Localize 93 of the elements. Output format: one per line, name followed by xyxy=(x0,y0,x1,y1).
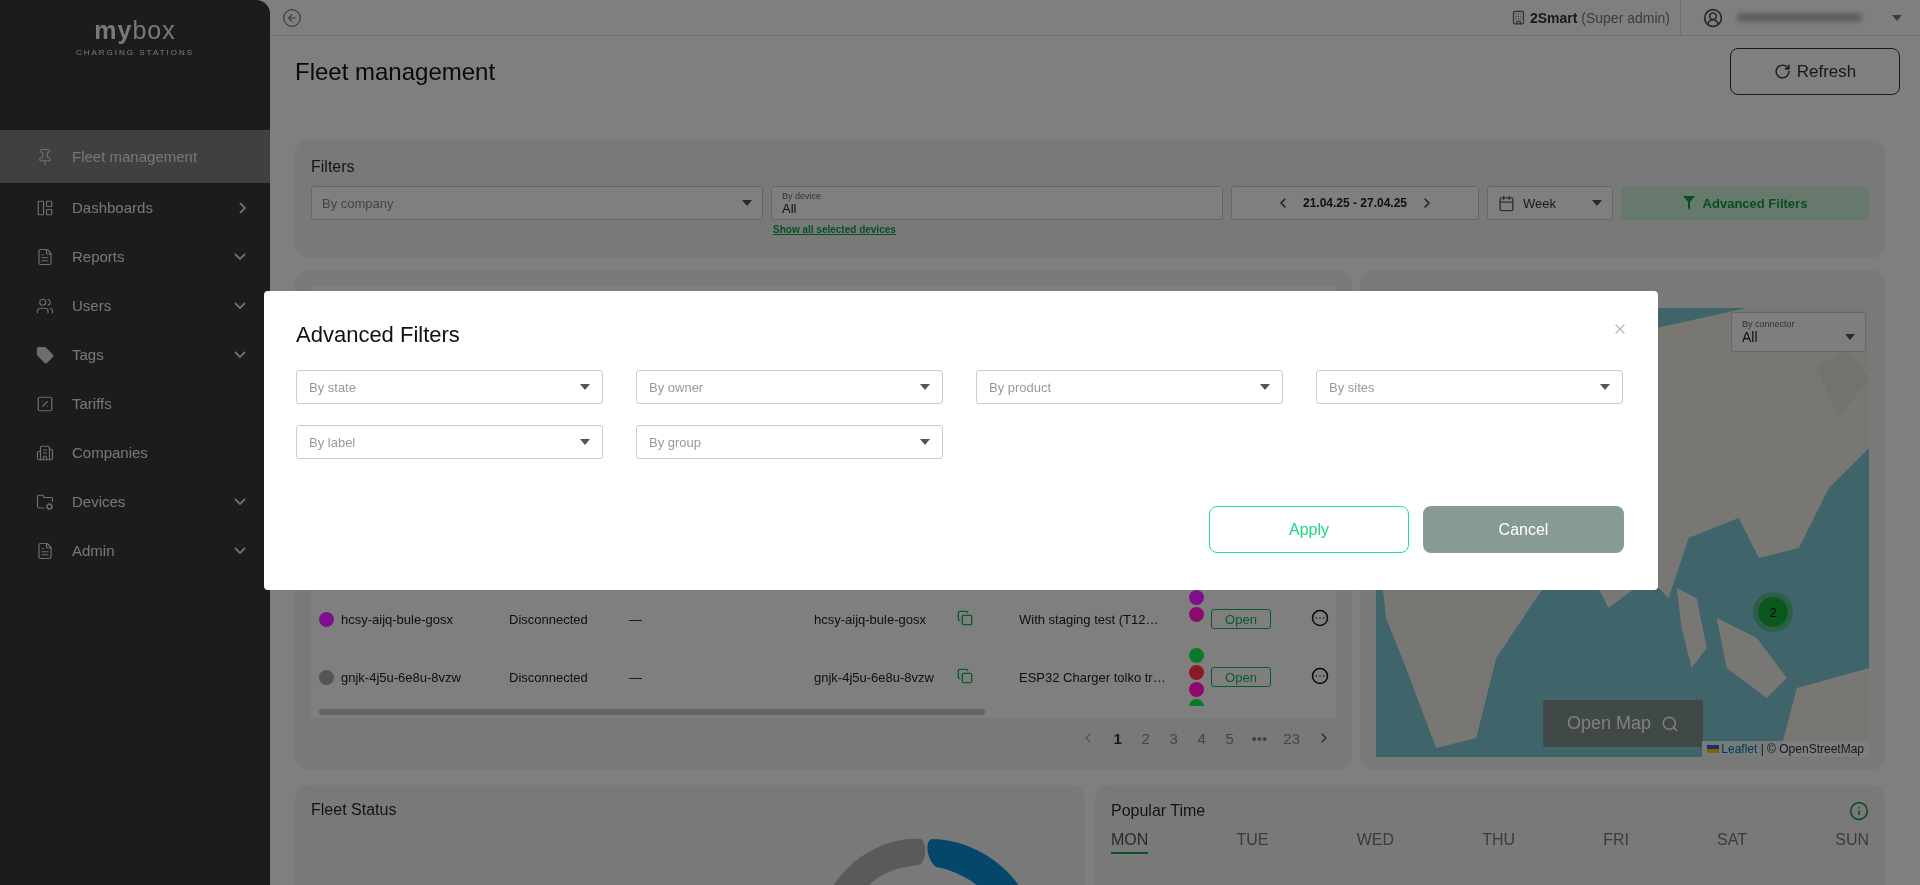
filter-select[interactable]: By sites xyxy=(1316,370,1623,404)
table-cell-text: — xyxy=(629,669,643,685)
logo: mybox xyxy=(94,16,176,45)
search-icon xyxy=(1661,714,1680,733)
pin-icon xyxy=(36,147,54,166)
device-field[interactable]: By device All xyxy=(771,186,1223,220)
apply-button[interactable]: Apply xyxy=(1209,506,1409,553)
map-attribution: Leaflet | © OpenStreetMap xyxy=(1702,741,1869,757)
document-icon xyxy=(36,541,54,560)
filter-select[interactable]: By product xyxy=(976,370,1283,404)
chevron-right-icon xyxy=(239,201,246,214)
open-button[interactable]: Open xyxy=(1211,667,1271,687)
buildings-icon xyxy=(36,443,54,462)
page-number[interactable]: ••• xyxy=(1251,729,1268,747)
people-icon xyxy=(36,296,54,315)
caret-icon xyxy=(742,200,752,206)
chevron-down-icon xyxy=(234,351,246,358)
caret-icon xyxy=(920,384,930,390)
caret-icon xyxy=(580,384,590,390)
back-icon[interactable] xyxy=(282,7,302,28)
page-title: Fleet management xyxy=(295,57,496,87)
refresh-icon xyxy=(1773,63,1791,80)
calendar-icon xyxy=(1498,194,1515,212)
open-button[interactable]: Open xyxy=(1211,609,1271,629)
document-icon xyxy=(36,247,54,266)
flag-icon xyxy=(1707,745,1720,753)
sidebar-item[interactable]: Tags xyxy=(0,330,270,379)
day-tab[interactable]: WED xyxy=(1356,831,1394,854)
connector-select[interactable]: By connector All xyxy=(1731,312,1866,352)
card-title: Popular Time xyxy=(1111,802,1206,820)
table-cell-text: hcsy-aijq-bule-gosx xyxy=(814,611,927,627)
table-cell-text: ESP32 Charger tolko tr… xyxy=(1019,669,1167,685)
caret-icon xyxy=(1600,384,1610,390)
chevron-down-icon xyxy=(234,302,246,309)
sidebar-item[interactable]: Reports xyxy=(0,232,270,281)
filter-select[interactable]: By label xyxy=(296,425,603,459)
more-icon[interactable] xyxy=(1311,608,1329,627)
refresh-button[interactable]: Refresh xyxy=(1730,48,1900,95)
caret-icon xyxy=(1260,384,1270,390)
filter-select[interactable]: By group xyxy=(636,425,943,459)
leaflet-link[interactable]: Leaflet xyxy=(1707,742,1758,756)
percent-square-icon xyxy=(36,394,54,413)
table-cell-text: gnjk-4j5u-6e8u-8vzw xyxy=(341,669,462,685)
table-cell-text: With staging test (T12… xyxy=(1019,611,1160,627)
chevron-down-icon xyxy=(234,498,246,505)
user-icon[interactable] xyxy=(1703,7,1723,28)
info-icon[interactable] xyxy=(1849,801,1869,821)
sidebar-item[interactable]: Dashboards xyxy=(0,183,270,232)
copy-icon[interactable] xyxy=(957,667,973,684)
day-tab[interactable]: FRI xyxy=(1603,831,1629,854)
card-title: Filters xyxy=(311,158,356,176)
caret-icon xyxy=(580,439,590,445)
building-icon xyxy=(1510,10,1526,25)
advanced-filters-button[interactable]: Advanced Filters xyxy=(1621,186,1869,220)
caret-icon xyxy=(920,439,930,445)
day-tab[interactable]: SAT xyxy=(1717,831,1748,854)
period-select[interactable]: Week xyxy=(1487,186,1613,220)
chevron-down-icon xyxy=(234,547,246,554)
date-range-picker[interactable]: 21.04.25 - 27.04.25 xyxy=(1231,186,1479,220)
caret-icon xyxy=(1592,200,1602,206)
card-title: Fleet Status xyxy=(311,801,398,819)
panels-icon xyxy=(36,198,54,217)
chevron-down-icon xyxy=(234,253,246,260)
company-select[interactable]: By company xyxy=(311,186,763,220)
sidebar-item[interactable]: Users xyxy=(0,281,270,330)
table-cell-text: hcsy-aijq-bule-gosx xyxy=(341,611,454,627)
day-tab[interactable]: SUN xyxy=(1835,831,1869,854)
caret-icon xyxy=(1845,334,1855,340)
cancel-button[interactable]: Cancel xyxy=(1423,506,1624,553)
table-cell-text: Disconnected xyxy=(509,611,589,627)
table-cell-text: — xyxy=(629,611,643,627)
sidebar-item[interactable]: Tariffs xyxy=(0,379,270,428)
table-cell-text: gnjk-4j5u-6e8u-8vzw xyxy=(814,669,935,685)
page-number[interactable]: 1 xyxy=(1111,729,1124,747)
funnel-icon xyxy=(1682,196,1695,210)
tag-icon xyxy=(36,345,54,364)
day-tab[interactable]: MON xyxy=(1111,831,1149,854)
logo-tagline: CHARGING STATIONS xyxy=(75,48,195,57)
dialog-title: Advanced Filters xyxy=(296,321,460,349)
day-tab[interactable]: TUE xyxy=(1236,831,1269,854)
copy-icon[interactable] xyxy=(957,609,973,626)
show-devices-link[interactable]: Show all selected devices xyxy=(773,224,896,235)
sidebar-item[interactable]: Companies xyxy=(0,428,270,477)
more-icon[interactable] xyxy=(1311,666,1329,685)
table-cell-text: Disconnected xyxy=(509,669,589,685)
sidebar-item[interactable]: Devices xyxy=(0,477,270,526)
account-name: 2Smart (Super admin) xyxy=(1529,9,1670,26)
day-tab[interactable]: THU xyxy=(1482,831,1515,854)
filter-select[interactable]: By state xyxy=(296,370,603,404)
caret-icon xyxy=(1892,14,1902,21)
folder-icon xyxy=(36,492,54,511)
sidebar-item[interactable]: Admin xyxy=(0,526,270,575)
filter-select[interactable]: By owner xyxy=(636,370,943,404)
